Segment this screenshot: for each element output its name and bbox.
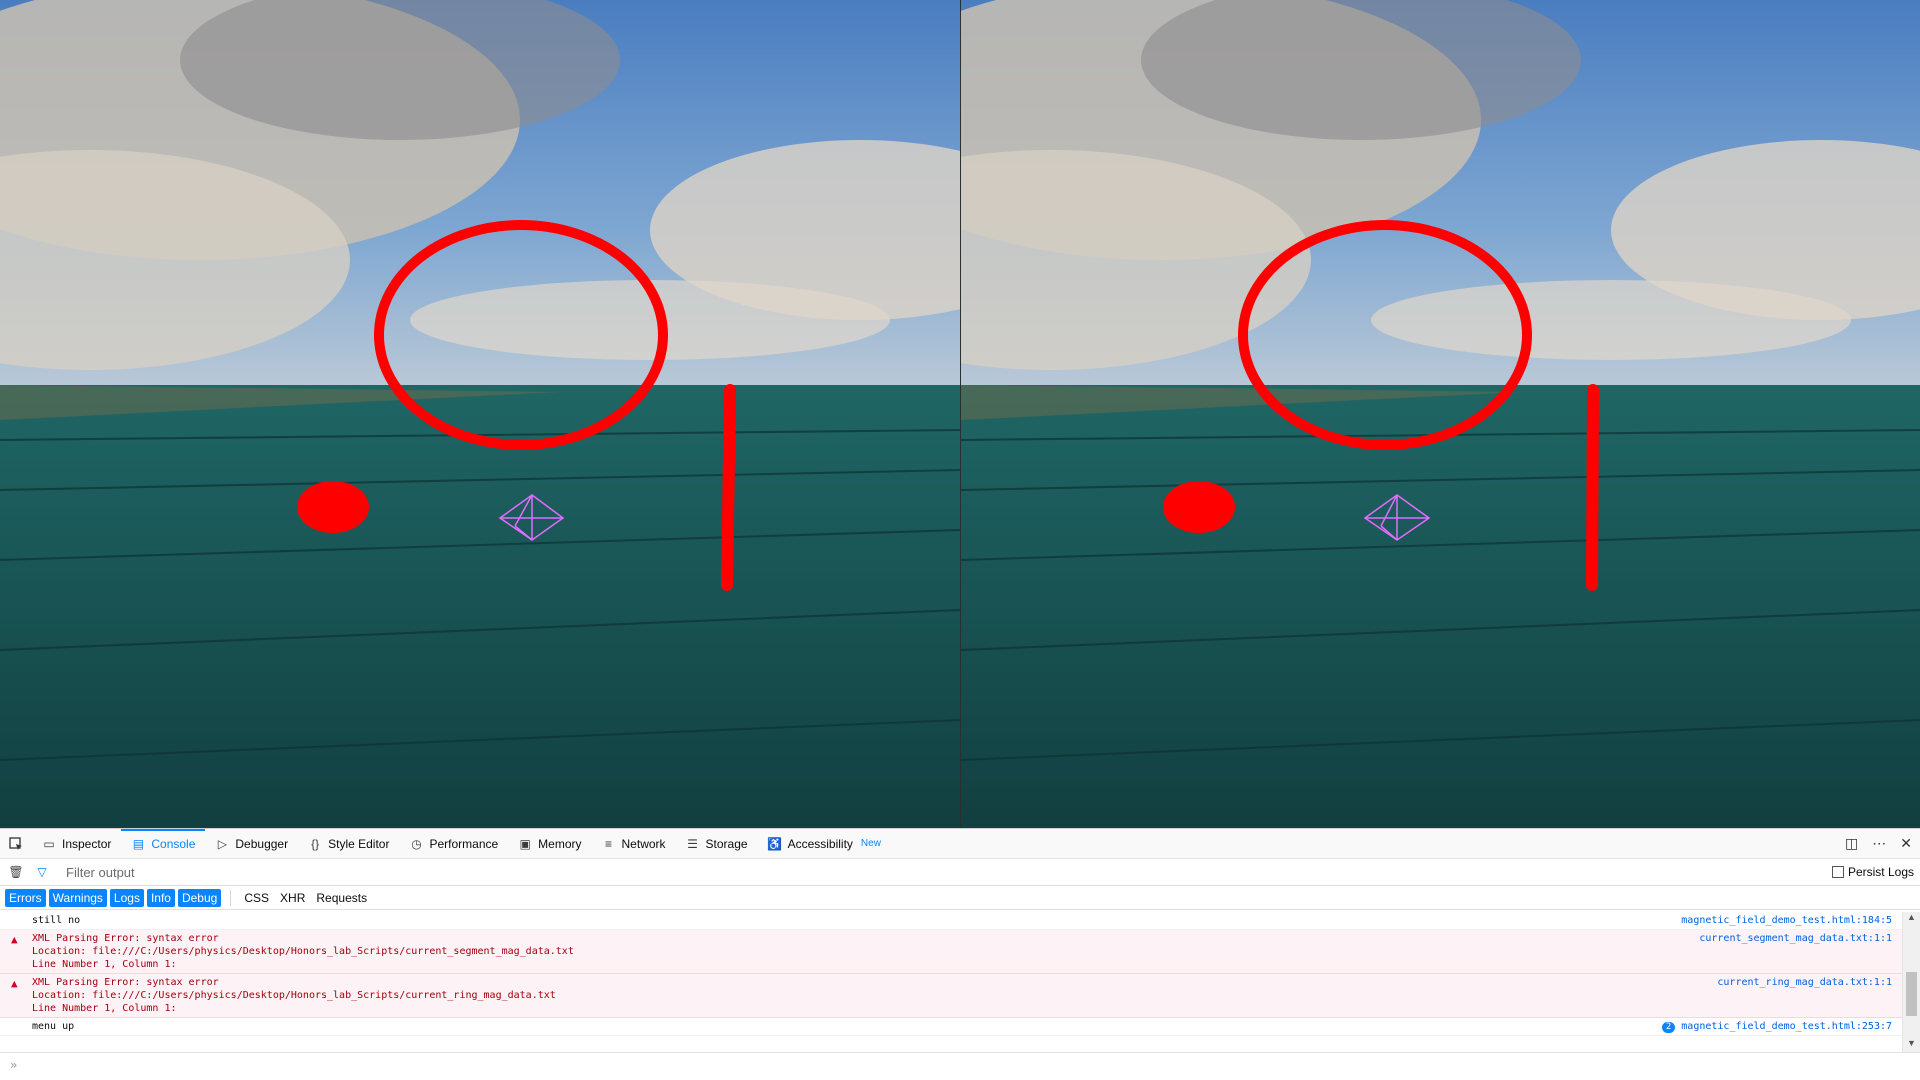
tab-console[interactable]: ▤ Console [121, 829, 206, 858]
message-source-link[interactable]: 2 magnetic_field_demo_test.html:253:7 [1661, 1020, 1902, 1033]
devtools-panel: ▭ Inspector ▤ Console ▷ Debugger {} Style Edito… [0, 828, 1920, 1080]
tab-style-editor[interactable]: {} Style Editor [298, 829, 399, 858]
memory-icon: ▣ [519, 836, 531, 851]
filter-icon[interactable]: ▽ [32, 865, 52, 879]
clear-console-icon[interactable]: 🗑 [0, 865, 32, 879]
error-icon: ▲ [11, 933, 18, 946]
console-messages: still no magnetic_field_demo_test.html:18… [0, 912, 1902, 1052]
source-location[interactable]: current_ring_mag_data.txt:1:1 [1717, 977, 1892, 988]
tab-label: Performance [429, 836, 499, 851]
repeat-count-badge: 2 [1661, 1022, 1676, 1033]
new-badge: New [860, 838, 881, 849]
tab-memory[interactable]: ▣ Memory [508, 829, 591, 858]
left-eye-view[interactable] [0, 0, 960, 828]
filter-bar: 🗑 ▽ Persist Logs [0, 859, 1920, 886]
persist-logs-checkbox[interactable] [1831, 866, 1844, 878]
filter-output-input[interactable] [66, 864, 666, 880]
console-error-message: ▲ XML Parsing Error: syntax error Locatio… [0, 930, 1902, 974]
tab-label: Memory [538, 836, 582, 851]
right-eye-scene [961, 0, 1920, 828]
message-text: menu up [32, 1021, 75, 1032]
console-scrollbar[interactable]: ▲ ▼ [1902, 912, 1920, 1052]
console-icon: ▤ [132, 836, 145, 851]
more-options-icon[interactable]: ⋯ [1872, 835, 1886, 852]
source-location[interactable]: magnetic_field_demo_test.html:253:7 [1681, 1021, 1892, 1032]
message-text: still no [32, 915, 81, 926]
tab-storage[interactable]: ☰ Storage [676, 829, 758, 858]
tab-debugger[interactable]: ▷ Debugger [205, 829, 298, 858]
filter-debug-button[interactable]: Debug [177, 888, 222, 907]
debugger-icon: ▷ [217, 836, 227, 851]
prompt-chevron-icon: » [10, 1058, 18, 1072]
scroll-down-icon[interactable]: ▼ [1903, 1038, 1920, 1052]
network-icon: ≡ [605, 836, 613, 851]
style-editor-icon: {} [311, 836, 320, 851]
left-eye-scene [0, 0, 960, 828]
log-level-filters: Errors Warnings Logs Info Debug CSS XHR Request… [0, 886, 1920, 910]
message-source-link[interactable]: current_segment_mag_data.txt:1:1 [1699, 932, 1902, 971]
tab-label: Accessibility [787, 836, 853, 851]
scroll-up-icon[interactable]: ▲ [1903, 912, 1920, 926]
console-log-message: still no magnetic_field_demo_test.html:18… [0, 912, 1902, 930]
devtools-toolbar: ▭ Inspector ▤ Console ▷ Debugger {} Style Edito… [0, 829, 1920, 859]
inspector-icon: ▭ [43, 836, 55, 851]
filter-errors-button[interactable]: Errors [5, 888, 46, 907]
tab-inspector[interactable]: ▭ Inspector [32, 829, 121, 858]
right-eye-view[interactable] [960, 0, 1920, 828]
accessibility-icon: ♿ [767, 836, 783, 851]
source-location[interactable]: magnetic_field_demo_test.html:184:5 [1681, 915, 1892, 926]
close-icon[interactable]: ✕ [1900, 835, 1912, 852]
message-text: XML Parsing Error: syntax error Location… [32, 933, 574, 970]
console-log-message: menu up 2 magnetic_field_demo_test.html:25… [0, 1018, 1902, 1036]
filter-warnings-button[interactable]: Warnings [48, 888, 107, 907]
dock-side-icon[interactable]: ◫ [1845, 835, 1858, 852]
filter-divider [230, 889, 232, 906]
tab-label: Network [621, 836, 666, 851]
persist-logs-label: Persist Logs [1847, 865, 1914, 879]
filter-css-button[interactable]: CSS [240, 889, 273, 907]
vr-stereo-viewport[interactable] [0, 0, 1920, 828]
tab-network[interactable]: ≡ Network [592, 829, 676, 858]
tab-accessibility[interactable]: ♿ Accessibility New [758, 829, 891, 858]
scroll-thumb[interactable] [1906, 972, 1917, 1016]
storage-icon: ☰ [687, 836, 698, 851]
console-input-prompt[interactable]: » [0, 1052, 1920, 1080]
performance-icon: ◷ [411, 836, 422, 851]
error-icon: ▲ [11, 977, 18, 990]
console-error-message: ▲ XML Parsing Error: syntax error Locatio… [0, 974, 1902, 1018]
filter-requests-button[interactable]: Requests [312, 889, 371, 907]
tab-label: Debugger [235, 836, 289, 851]
tab-performance[interactable]: ◷ Performance [399, 829, 508, 858]
element-picker-icon[interactable] [0, 829, 32, 858]
tab-label: Style Editor [328, 836, 390, 851]
filter-info-button[interactable]: Info [146, 888, 175, 907]
filter-xhr-button[interactable]: XHR [276, 889, 309, 907]
persist-logs-toggle[interactable]: Persist Logs [1831, 865, 1920, 879]
tab-label: Console [151, 836, 196, 851]
source-location[interactable]: current_segment_mag_data.txt:1:1 [1699, 933, 1892, 944]
message-source-link[interactable]: current_ring_mag_data.txt:1:1 [1717, 976, 1902, 1015]
tab-label: Storage [705, 836, 748, 851]
tab-label: Inspector [62, 836, 112, 851]
message-source-link[interactable]: magnetic_field_demo_test.html:184:5 [1681, 914, 1902, 927]
message-text: XML Parsing Error: syntax error Location… [32, 977, 556, 1014]
filter-logs-button[interactable]: Logs [109, 888, 144, 907]
